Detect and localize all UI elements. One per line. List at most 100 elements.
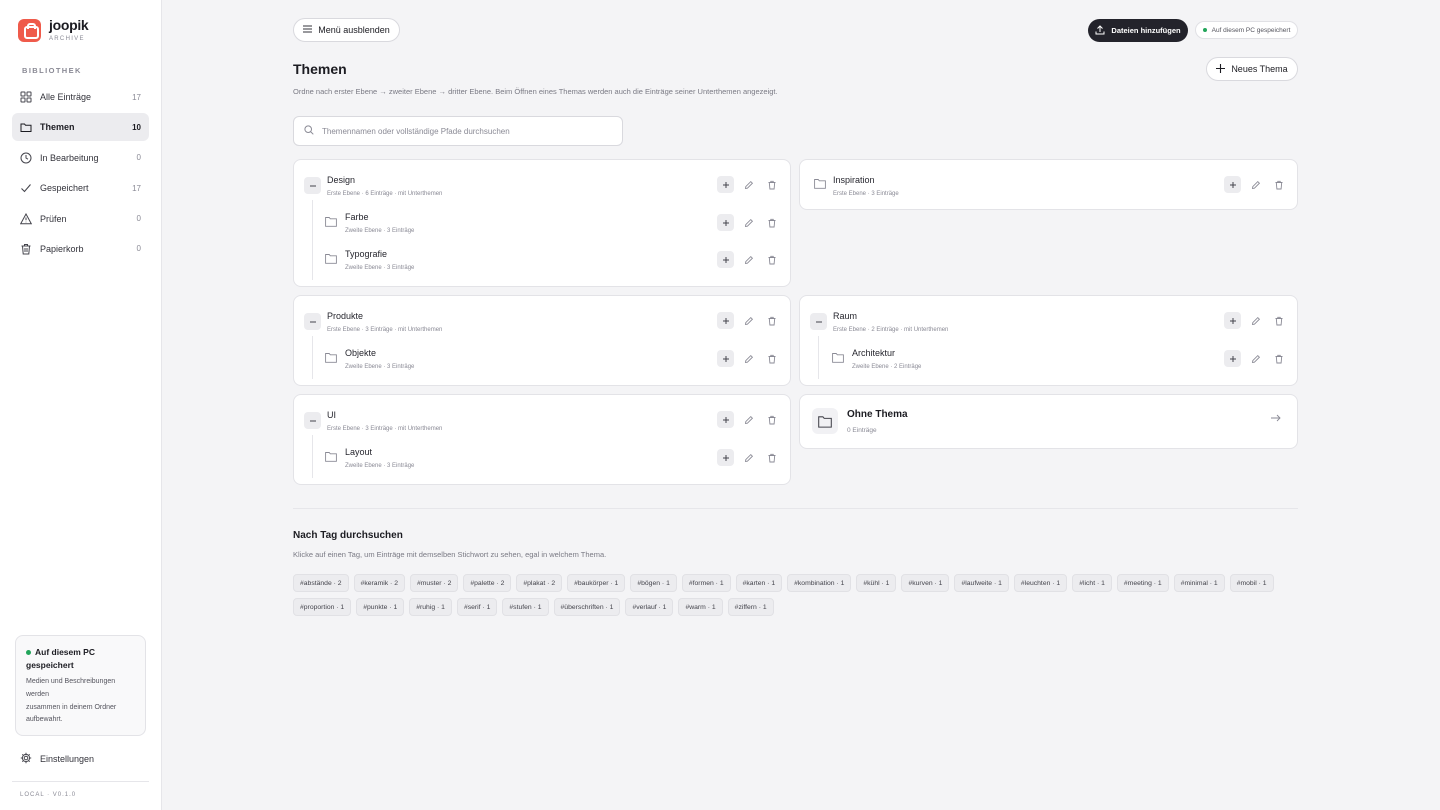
tag-chip[interactable]: #proportion · 1 bbox=[293, 598, 352, 616]
tag-chip[interactable]: #kombination · 1 bbox=[787, 574, 852, 592]
sidebar-item-pruefen[interactable]: Prüfen 0 bbox=[12, 205, 149, 233]
new-theme-button[interactable]: Neues Thema bbox=[1206, 57, 1298, 81]
tag-chip[interactable]: #ruhig · 1 bbox=[409, 598, 452, 616]
tag-chip[interactable]: #stufen · 1 bbox=[502, 598, 549, 616]
tag-chip[interactable]: #serif · 1 bbox=[456, 598, 498, 616]
tag-chip[interactable]: #plakat · 2 bbox=[516, 574, 563, 592]
tag-chip[interactable]: #verlauf · 1 bbox=[625, 598, 674, 616]
collapse-button[interactable] bbox=[810, 313, 827, 330]
delete-button[interactable] bbox=[763, 449, 780, 466]
search-input[interactable] bbox=[322, 126, 602, 136]
theme-row-design[interactable]: Design Erste Ebene · 6 Einträge · mit Un… bbox=[294, 170, 790, 204]
tag-chip[interactable]: #meeting · 1 bbox=[1116, 574, 1169, 592]
edit-button[interactable] bbox=[1247, 176, 1264, 193]
tag-chip[interactable]: #baukörper · 1 bbox=[567, 574, 626, 592]
tag-chip[interactable]: #minimal · 1 bbox=[1173, 574, 1225, 592]
theme-row-ui[interactable]: UI Erste Ebene · 3 Einträge · mit Untert… bbox=[294, 405, 790, 439]
storage-info-title: Auf diesem PC gespeichert bbox=[26, 647, 95, 670]
edit-button[interactable] bbox=[740, 176, 757, 193]
gear-icon bbox=[20, 752, 32, 766]
edit-button[interactable] bbox=[740, 411, 757, 428]
sidebar-item-label: In Bearbeitung bbox=[40, 152, 99, 163]
logo-icon bbox=[18, 18, 41, 42]
add-files-button[interactable]: Dateien hinzufügen bbox=[1088, 19, 1188, 42]
plus-icon bbox=[722, 416, 730, 424]
collapse-button[interactable] bbox=[304, 177, 321, 194]
add-subtheme-button[interactable] bbox=[1224, 176, 1241, 193]
no-theme-card[interactable]: Ohne Thema 0 Einträge bbox=[799, 394, 1298, 449]
theme-row-raum[interactable]: Raum Erste Ebene · 2 Einträge · mit Unte… bbox=[800, 306, 1297, 340]
minus-icon bbox=[815, 318, 823, 326]
edit-button[interactable] bbox=[740, 350, 757, 367]
tag-chip[interactable]: #laufweite · 1 bbox=[954, 574, 1009, 592]
add-subtheme-button[interactable] bbox=[1224, 350, 1241, 367]
tag-chip[interactable]: #licht · 1 bbox=[1072, 574, 1112, 592]
collapse-button[interactable] bbox=[304, 412, 321, 429]
delete-button[interactable] bbox=[763, 350, 780, 367]
sidebar-item-alle-eintraege[interactable]: Alle Einträge 17 bbox=[12, 83, 149, 111]
theme-row-farbe[interactable]: Farbe Zweite Ebene · 3 Einträge bbox=[294, 208, 790, 242]
divider bbox=[293, 508, 1298, 509]
theme-meta: Erste Ebene · 3 Einträge · mit Unterthem… bbox=[327, 426, 443, 432]
add-subtheme-button[interactable] bbox=[717, 350, 734, 367]
tag-chip[interactable]: #bögen · 1 bbox=[630, 574, 677, 592]
add-subtheme-button[interactable] bbox=[1224, 312, 1241, 329]
tag-chip[interactable]: #warm · 1 bbox=[678, 598, 723, 616]
tag-chip[interactable]: #mobil · 1 bbox=[1229, 574, 1274, 592]
tag-chip[interactable]: #abstände · 2 bbox=[293, 574, 349, 592]
theme-row-inspiration[interactable]: Inspiration Erste Ebene · 3 Einträge bbox=[800, 168, 1297, 202]
theme-row-typografie[interactable]: Typografie Zweite Ebene · 3 Einträge bbox=[294, 245, 790, 279]
tag-chip[interactable]: #kurven · 1 bbox=[901, 574, 950, 592]
delete-button[interactable] bbox=[763, 176, 780, 193]
tag-chip[interactable]: #muster · 2 bbox=[409, 574, 459, 592]
theme-name: Inspiration bbox=[833, 175, 875, 185]
add-subtheme-button[interactable] bbox=[717, 312, 734, 329]
tag-chip[interactable]: #ziffern · 1 bbox=[727, 598, 774, 616]
delete-button[interactable] bbox=[763, 411, 780, 428]
delete-button[interactable] bbox=[1270, 176, 1287, 193]
theme-row-produkte[interactable]: Produkte Erste Ebene · 3 Einträge · mit … bbox=[294, 306, 790, 340]
delete-button[interactable] bbox=[763, 312, 780, 329]
tag-chip[interactable]: #leuchten · 1 bbox=[1013, 574, 1068, 592]
sidebar-item-gespeichert[interactable]: Gespeichert 17 bbox=[12, 174, 149, 202]
settings-link[interactable]: Einstellungen bbox=[20, 752, 94, 766]
edit-button[interactable] bbox=[740, 214, 757, 231]
sidebar-item-papierkorb[interactable]: Papierkorb 0 bbox=[12, 235, 149, 263]
add-subtheme-button[interactable] bbox=[717, 411, 734, 428]
theme-name: Produkte bbox=[327, 311, 364, 321]
sidebar-item-themen[interactable]: Themen 10 bbox=[12, 113, 149, 142]
tag-chip[interactable]: #palette · 2 bbox=[463, 574, 512, 592]
tag-chip[interactable]: #karten · 1 bbox=[735, 574, 783, 592]
tag-list: #abstände · 2 #keramik · 2 #muster · 2 #pal… bbox=[293, 574, 1298, 622]
delete-button[interactable] bbox=[1270, 312, 1287, 329]
tag-chip[interactable]: #kühl · 1 bbox=[856, 574, 897, 592]
edit-button[interactable] bbox=[1247, 312, 1264, 329]
edit-button[interactable] bbox=[740, 251, 757, 268]
tag-chip[interactable]: #punkte · 1 bbox=[356, 598, 405, 616]
add-subtheme-button[interactable] bbox=[717, 214, 734, 231]
delete-button[interactable] bbox=[1270, 350, 1287, 367]
tags-description: Klicke auf einen Tag, um Einträge mit de… bbox=[293, 550, 607, 559]
tag-chip[interactable]: #überschriften · 1 bbox=[553, 598, 621, 616]
add-subtheme-button[interactable] bbox=[717, 176, 734, 193]
delete-button[interactable] bbox=[763, 214, 780, 231]
theme-row-objekte[interactable]: Objekte Zweite Ebene · 3 Einträge bbox=[294, 344, 790, 378]
arrow-right-icon bbox=[1271, 413, 1281, 425]
brand[interactable]: joopik ARCHIVE bbox=[18, 18, 89, 42]
tag-chip[interactable]: #formen · 1 bbox=[681, 574, 731, 592]
tag-chip[interactable]: #keramik · 2 bbox=[353, 574, 405, 592]
menu-icon bbox=[303, 25, 313, 35]
edit-button[interactable] bbox=[740, 449, 757, 466]
delete-button[interactable] bbox=[763, 251, 780, 268]
sidebar-item-in-bearbeitung[interactable]: In Bearbeitung 0 bbox=[12, 144, 149, 172]
edit-button[interactable] bbox=[1247, 350, 1264, 367]
sidebar-item-label: Papierkorb bbox=[40, 243, 84, 254]
theme-row-architektur[interactable]: Architektur Zweite Ebene · 2 Einträge bbox=[800, 344, 1297, 378]
collapse-button[interactable] bbox=[304, 313, 321, 330]
add-subtheme-button[interactable] bbox=[717, 449, 734, 466]
add-subtheme-button[interactable] bbox=[717, 251, 734, 268]
grid-icon bbox=[20, 91, 32, 103]
theme-row-layout[interactable]: Layout Zweite Ebene · 3 Einträge bbox=[294, 443, 790, 477]
edit-button[interactable] bbox=[740, 312, 757, 329]
hide-menu-button[interactable]: Menü ausblenden bbox=[293, 18, 400, 42]
